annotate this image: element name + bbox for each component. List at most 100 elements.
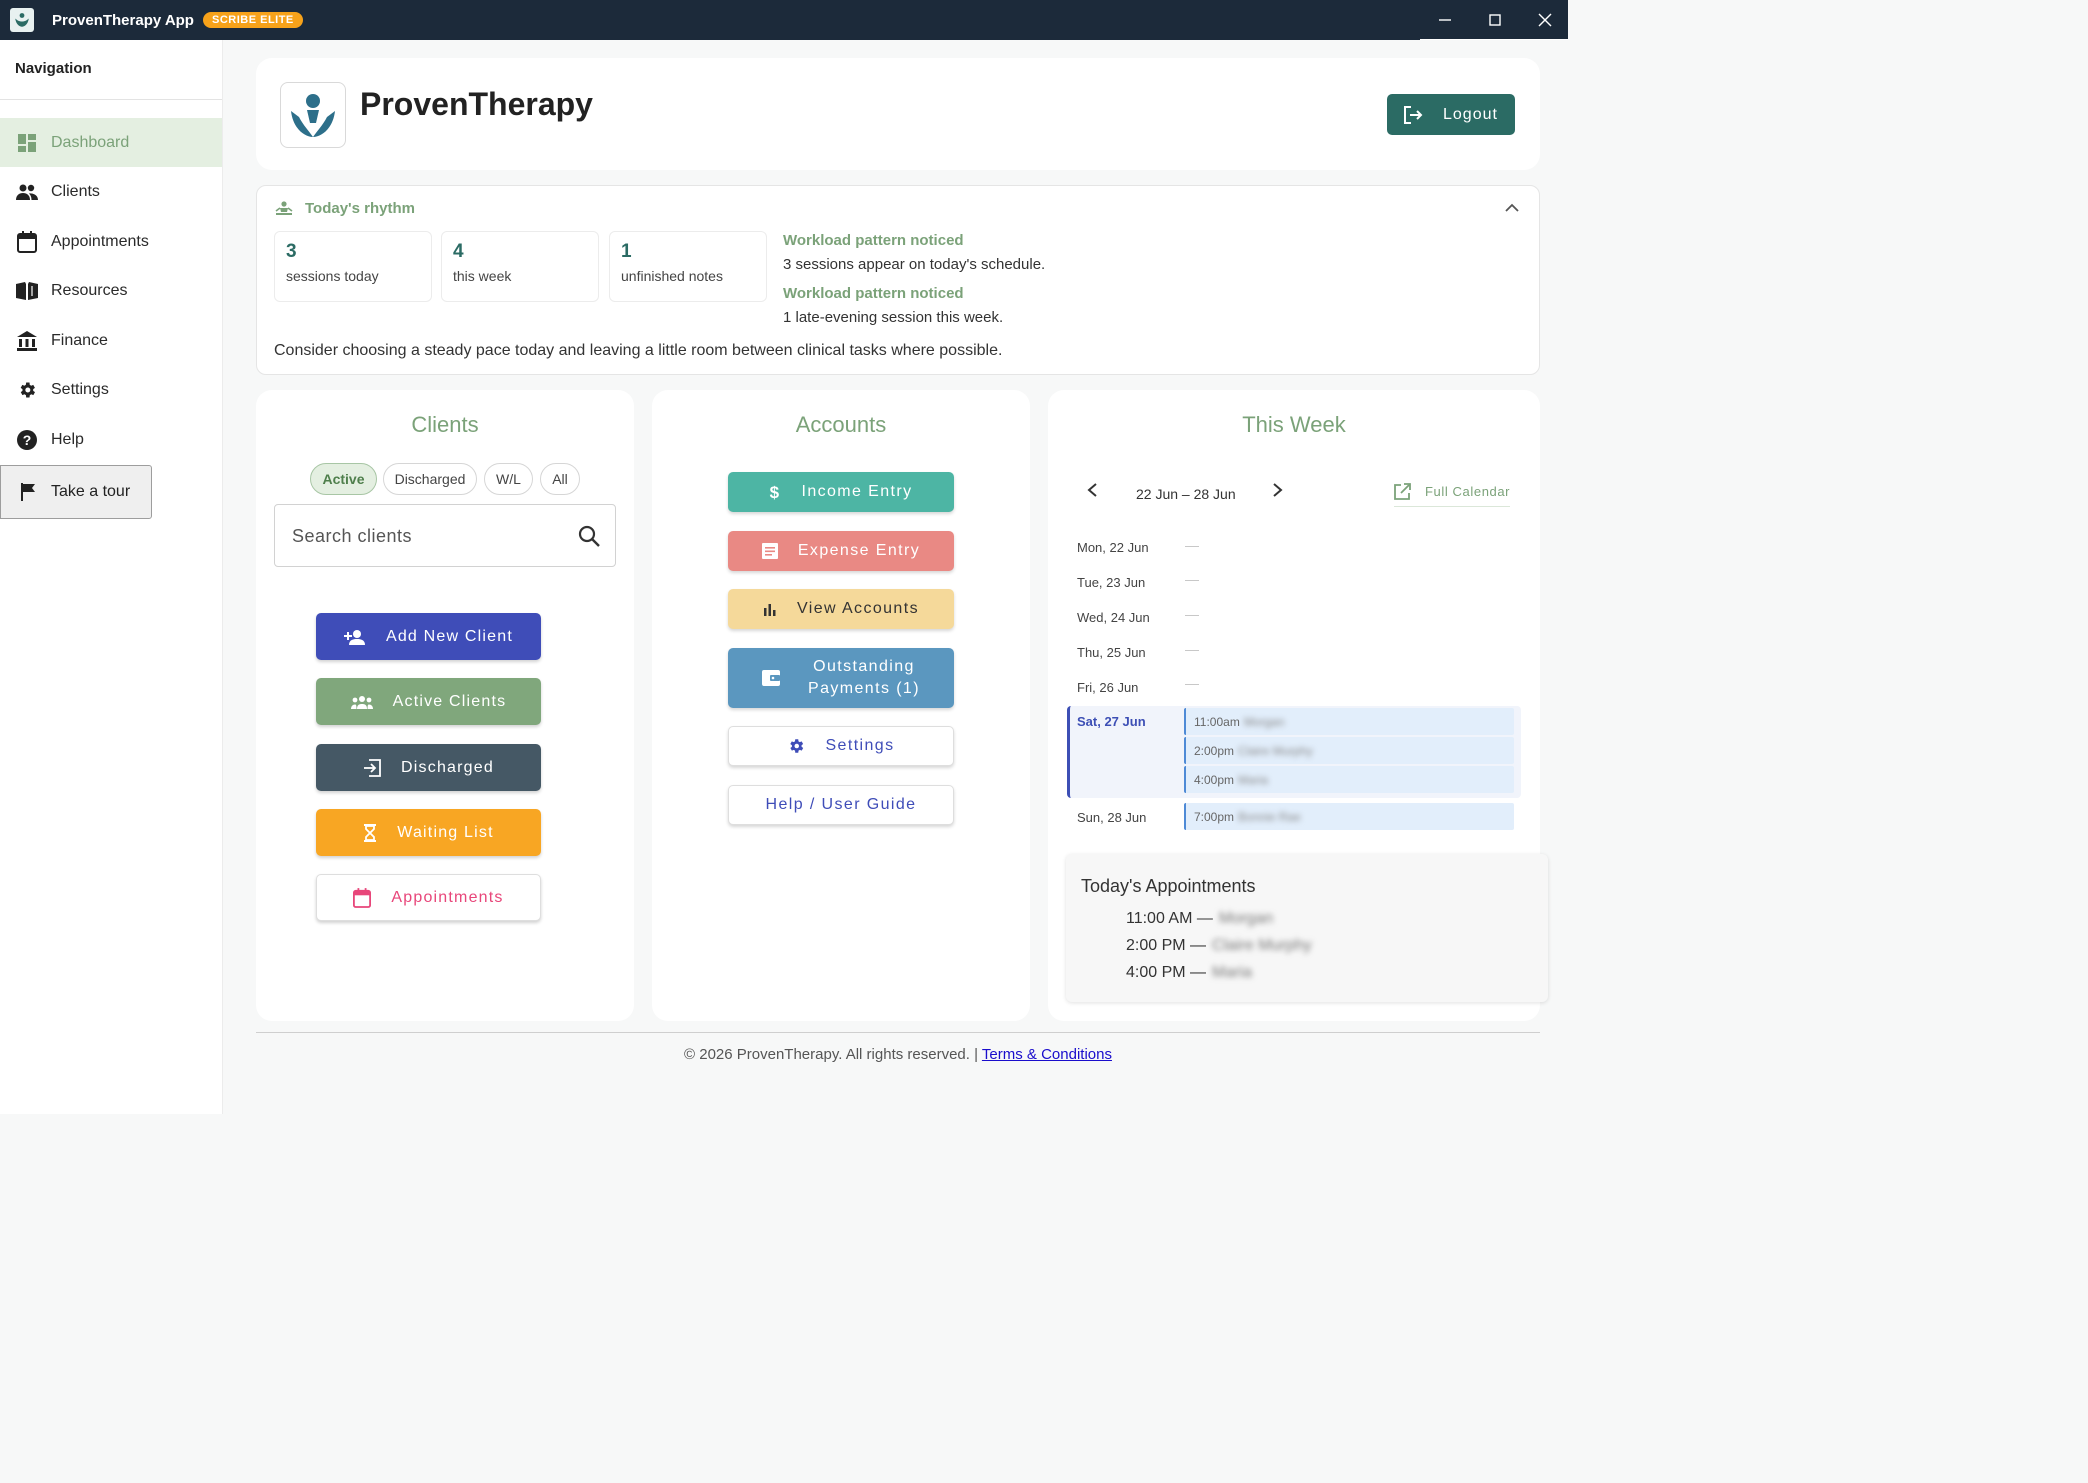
sidebar-item-resources[interactable]: Resources — [0, 266, 222, 315]
person-add-icon — [343, 629, 366, 645]
rhythm-title: Today's rhythm — [305, 200, 415, 217]
insight-text: 1 late-evening session this week. — [783, 309, 1004, 326]
maximize-button[interactable] — [1470, 0, 1520, 40]
filter-chip-waitlist[interactable]: W/L — [484, 463, 533, 495]
sidebar-divider — [0, 99, 222, 100]
gear-icon — [16, 379, 38, 401]
flag-icon — [21, 483, 37, 501]
button-label: Income Entry — [801, 483, 913, 500]
filter-chip-active[interactable]: Active — [310, 463, 377, 495]
income-entry-button[interactable]: $ Income Entry — [728, 472, 954, 512]
calendar-icon — [16, 230, 38, 253]
this-week-title: This Week — [1242, 412, 1346, 437]
terms-link[interactable]: Terms & Conditions — [982, 1046, 1112, 1063]
today-appointment-row[interactable]: 2:00 PM — Claire Murphy — [1126, 937, 1312, 955]
sidebar-item-label: Finance — [51, 331, 108, 349]
calendar-icon — [353, 887, 372, 908]
accounts-settings-button[interactable]: Settings — [728, 726, 954, 766]
view-accounts-button[interactable]: View Accounts — [728, 589, 954, 629]
bank-icon — [16, 330, 38, 352]
stat-sessions-today: 3 sessions today — [274, 231, 432, 302]
appointment-slot[interactable]: 2:00pm Claire Murphy — [1184, 737, 1514, 764]
minimize-button[interactable] — [1420, 0, 1470, 40]
day-label: Tue, 23 Jun — [1077, 575, 1146, 590]
sidebar-item-label: Appointments — [51, 232, 149, 250]
day-label: Fri, 26 Jun — [1077, 680, 1139, 695]
no-appointments-dash — [1185, 580, 1199, 581]
search-icon[interactable] — [577, 524, 601, 553]
sidebar-item-finance[interactable]: Finance — [0, 316, 222, 365]
day-label: Wed, 24 Jun — [1077, 610, 1150, 625]
clients-title: Clients — [411, 412, 479, 437]
add-new-client-button[interactable]: Add New Client — [316, 613, 541, 660]
day-label: Thu, 25 Jun — [1077, 645, 1146, 660]
outstanding-payments-button[interactable]: Outstanding Payments (1) — [728, 648, 954, 708]
todays-appointments-title: Today's Appointments — [1081, 876, 1256, 896]
sidebar-item-label: Resources — [51, 281, 128, 299]
svg-text:?: ? — [23, 432, 32, 448]
take-tour-button[interactable]: Take a tour — [0, 465, 152, 519]
today-appointment-row[interactable]: 4:00 PM — Maria — [1126, 964, 1252, 982]
sidebar-item-label: Clients — [51, 182, 100, 200]
people-icon — [16, 181, 38, 203]
brand-name: ProvenTherapy — [360, 86, 593, 122]
today-appointment-row[interactable]: 11:00 AM — Morgan — [1126, 910, 1273, 928]
todays-rhythm-panel: Today's rhythm 3 sessions today 4 this w… — [256, 185, 1540, 375]
bar-chart-icon — [763, 602, 777, 616]
button-label: Expense Entry — [797, 542, 921, 559]
sidebar-item-clients[interactable]: Clients — [0, 167, 222, 216]
help-user-guide-button[interactable]: Help / User Guide — [728, 785, 954, 825]
dollar-icon: $ — [769, 483, 781, 501]
brand-logo-icon — [280, 82, 346, 148]
waiting-list-button[interactable]: Waiting List — [316, 809, 541, 856]
svg-text:$: $ — [770, 483, 781, 501]
stat-value: 1 — [621, 241, 632, 262]
wallet-icon — [762, 670, 781, 686]
button-label: Discharged — [401, 758, 494, 776]
client-name-redacted: Bonnie Rae — [1238, 809, 1301, 824]
close-button[interactable] — [1520, 0, 1570, 40]
no-appointments-dash — [1185, 684, 1199, 685]
day-label: Mon, 22 Jun — [1077, 540, 1149, 555]
chevron-right-icon[interactable] — [1272, 482, 1284, 498]
header-card: ProvenTherapy Logout — [256, 58, 1540, 170]
day-label: Sun, 28 Jun — [1077, 810, 1147, 825]
chevron-left-icon[interactable] — [1086, 482, 1098, 498]
active-clients-button[interactable]: Active Clients — [316, 678, 541, 725]
appointments-button[interactable]: Appointments — [316, 874, 541, 921]
stat-this-week: 4 this week — [441, 231, 599, 302]
appointment-slot[interactable]: 11:00am Morgan — [1184, 708, 1514, 735]
book-icon — [16, 280, 38, 302]
chevron-up-icon[interactable] — [1505, 200, 1519, 218]
sidebar-item-help[interactable]: ? Help — [0, 415, 222, 464]
sidebar-title: Navigation — [15, 60, 92, 77]
button-label: Add New Client — [385, 627, 514, 645]
stat-caption: sessions today — [286, 268, 379, 284]
sidebar-item-settings[interactable]: Settings — [0, 365, 222, 414]
search-input[interactable] — [292, 524, 562, 548]
day-label-today: Sat, 27 Jun — [1077, 714, 1146, 729]
help-icon: ? — [16, 429, 38, 451]
button-label: Outstanding Payments (1) — [808, 658, 920, 697]
appointment-slot[interactable]: 7:00pm Bonnie Rae — [1184, 803, 1514, 830]
sidebar-item-appointments[interactable]: Appointments — [0, 217, 222, 266]
rhythm-header[interactable]: Today's rhythm — [275, 200, 415, 217]
expense-entry-button[interactable]: Expense Entry — [728, 531, 954, 571]
filter-chip-discharged[interactable]: Discharged — [383, 463, 477, 495]
hourglass-icon — [363, 823, 377, 842]
insight-text: 3 sessions appear on today's schedule. — [783, 256, 1046, 273]
discharged-button[interactable]: Discharged — [316, 744, 541, 791]
sidebar-item-dashboard[interactable]: Dashboard — [0, 118, 222, 167]
button-label: Settings — [825, 737, 895, 754]
filter-chip-all[interactable]: All — [540, 463, 580, 495]
button-label: View Accounts — [797, 600, 919, 617]
insight-title: Workload pattern noticed — [783, 232, 964, 249]
appointment-slot[interactable]: 4:00pm Maria — [1184, 766, 1514, 793]
full-calendar-link[interactable]: Full Calendar — [1394, 483, 1511, 507]
stat-value: 4 — [453, 241, 464, 262]
title-bar-edge — [1420, 39, 1568, 40]
gear-icon — [787, 737, 805, 755]
logout-button[interactable]: Logout — [1387, 94, 1515, 135]
client-name-redacted: Maria — [1238, 772, 1269, 787]
button-label: Help / User Guide — [765, 796, 917, 813]
